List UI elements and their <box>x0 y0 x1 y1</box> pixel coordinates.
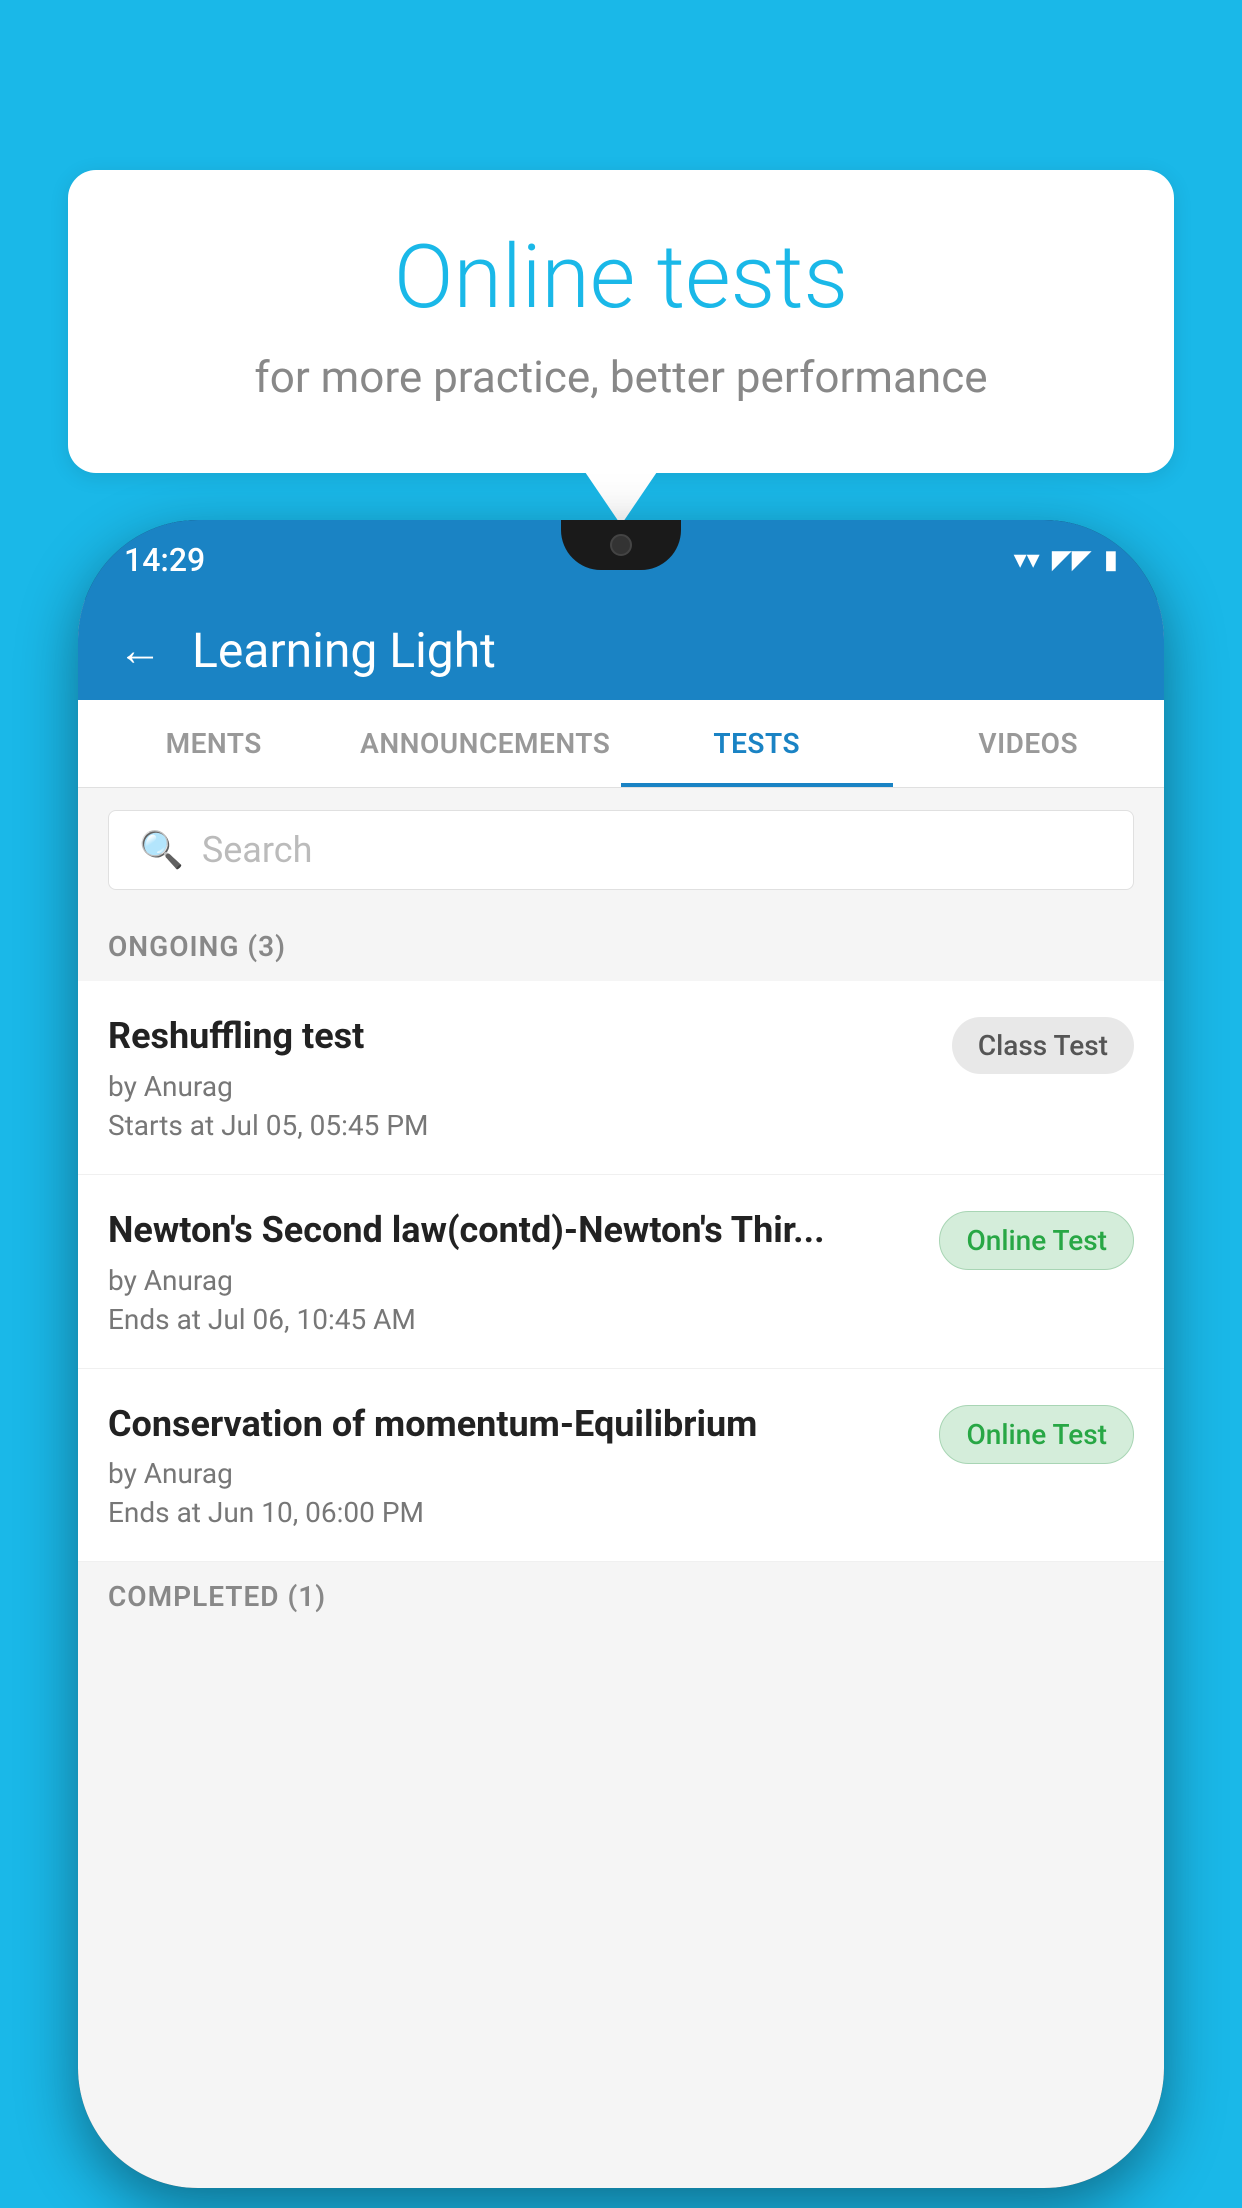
search-container: 🔍 Search <box>78 788 1164 912</box>
test-info-1: Reshuffling test by Anurag Starts at Jul… <box>108 1013 932 1142</box>
phone-screen: ← Learning Light MENTS ANNOUNCEMENTS TES… <box>78 600 1164 2188</box>
test-item-1[interactable]: Reshuffling test by Anurag Starts at Jul… <box>78 981 1164 1175</box>
ongoing-section-header: ONGOING (3) <box>78 912 1164 981</box>
phone-notch <box>561 520 681 570</box>
signal-icon: ◤◤ <box>1052 545 1092 575</box>
test-date-1: Starts at Jul 05, 05:45 PM <box>108 1109 932 1142</box>
test-name-2: Newton's Second law(contd)-Newton's Thir… <box>108 1207 919 1254</box>
test-name-3: Conservation of momentum-Equilibrium <box>108 1401 919 1448</box>
test-badge-3: Online Test <box>939 1405 1134 1464</box>
test-author-1: by Anurag <box>108 1070 932 1103</box>
test-author-3: by Anurag <box>108 1457 919 1490</box>
speech-bubble: Online tests for more practice, better p… <box>68 170 1174 473</box>
search-icon: 🔍 <box>139 829 184 871</box>
app-header: ← Learning Light <box>78 600 1164 700</box>
ongoing-label: ONGOING (3) <box>108 930 286 963</box>
front-camera <box>610 534 632 556</box>
test-author-2: by Anurag <box>108 1264 919 1297</box>
test-badge-1: Class Test <box>952 1017 1134 1074</box>
completed-section-header: COMPLETED (1) <box>78 1562 1164 1631</box>
search-box[interactable]: 🔍 Search <box>108 810 1134 890</box>
app-header-title: Learning Light <box>192 622 496 679</box>
completed-label: COMPLETED (1) <box>108 1580 326 1613</box>
tab-announcements[interactable]: ANNOUNCEMENTS <box>350 700 622 787</box>
bubble-title: Online tests <box>148 230 1094 327</box>
status-bar: 14:29 ▾▾ ◤◤ ▮ <box>78 520 1164 600</box>
test-badge-2: Online Test <box>939 1211 1134 1270</box>
test-info-2: Newton's Second law(contd)-Newton's Thir… <box>108 1207 919 1336</box>
test-item-3[interactable]: Conservation of momentum-Equilibrium by … <box>78 1369 1164 1563</box>
test-name-1: Reshuffling test <box>108 1013 932 1060</box>
tab-videos[interactable]: VIDEOS <box>893 700 1165 787</box>
test-date-3: Ends at Jun 10, 06:00 PM <box>108 1496 919 1529</box>
status-icons: ▾▾ ◤◤ ▮ <box>1014 545 1118 575</box>
wifi-icon: ▾▾ <box>1014 545 1040 575</box>
bubble-subtitle: for more practice, better performance <box>148 351 1094 403</box>
tests-list: Reshuffling test by Anurag Starts at Jul… <box>78 981 1164 1562</box>
phone-frame: 14:29 ▾▾ ◤◤ ▮ ← Learning Light MENTS ANN… <box>78 520 1164 2188</box>
tab-ments[interactable]: MENTS <box>78 700 350 787</box>
status-time: 14:29 <box>124 541 205 579</box>
test-info-3: Conservation of momentum-Equilibrium by … <box>108 1401 919 1530</box>
search-placeholder: Search <box>202 829 313 871</box>
battery-icon: ▮ <box>1104 545 1118 575</box>
tab-tests[interactable]: TESTS <box>621 700 893 787</box>
tabs-bar: MENTS ANNOUNCEMENTS TESTS VIDEOS <box>78 700 1164 788</box>
test-item-2[interactable]: Newton's Second law(contd)-Newton's Thir… <box>78 1175 1164 1369</box>
test-date-2: Ends at Jul 06, 10:45 AM <box>108 1303 919 1336</box>
back-button[interactable]: ← <box>118 628 162 672</box>
